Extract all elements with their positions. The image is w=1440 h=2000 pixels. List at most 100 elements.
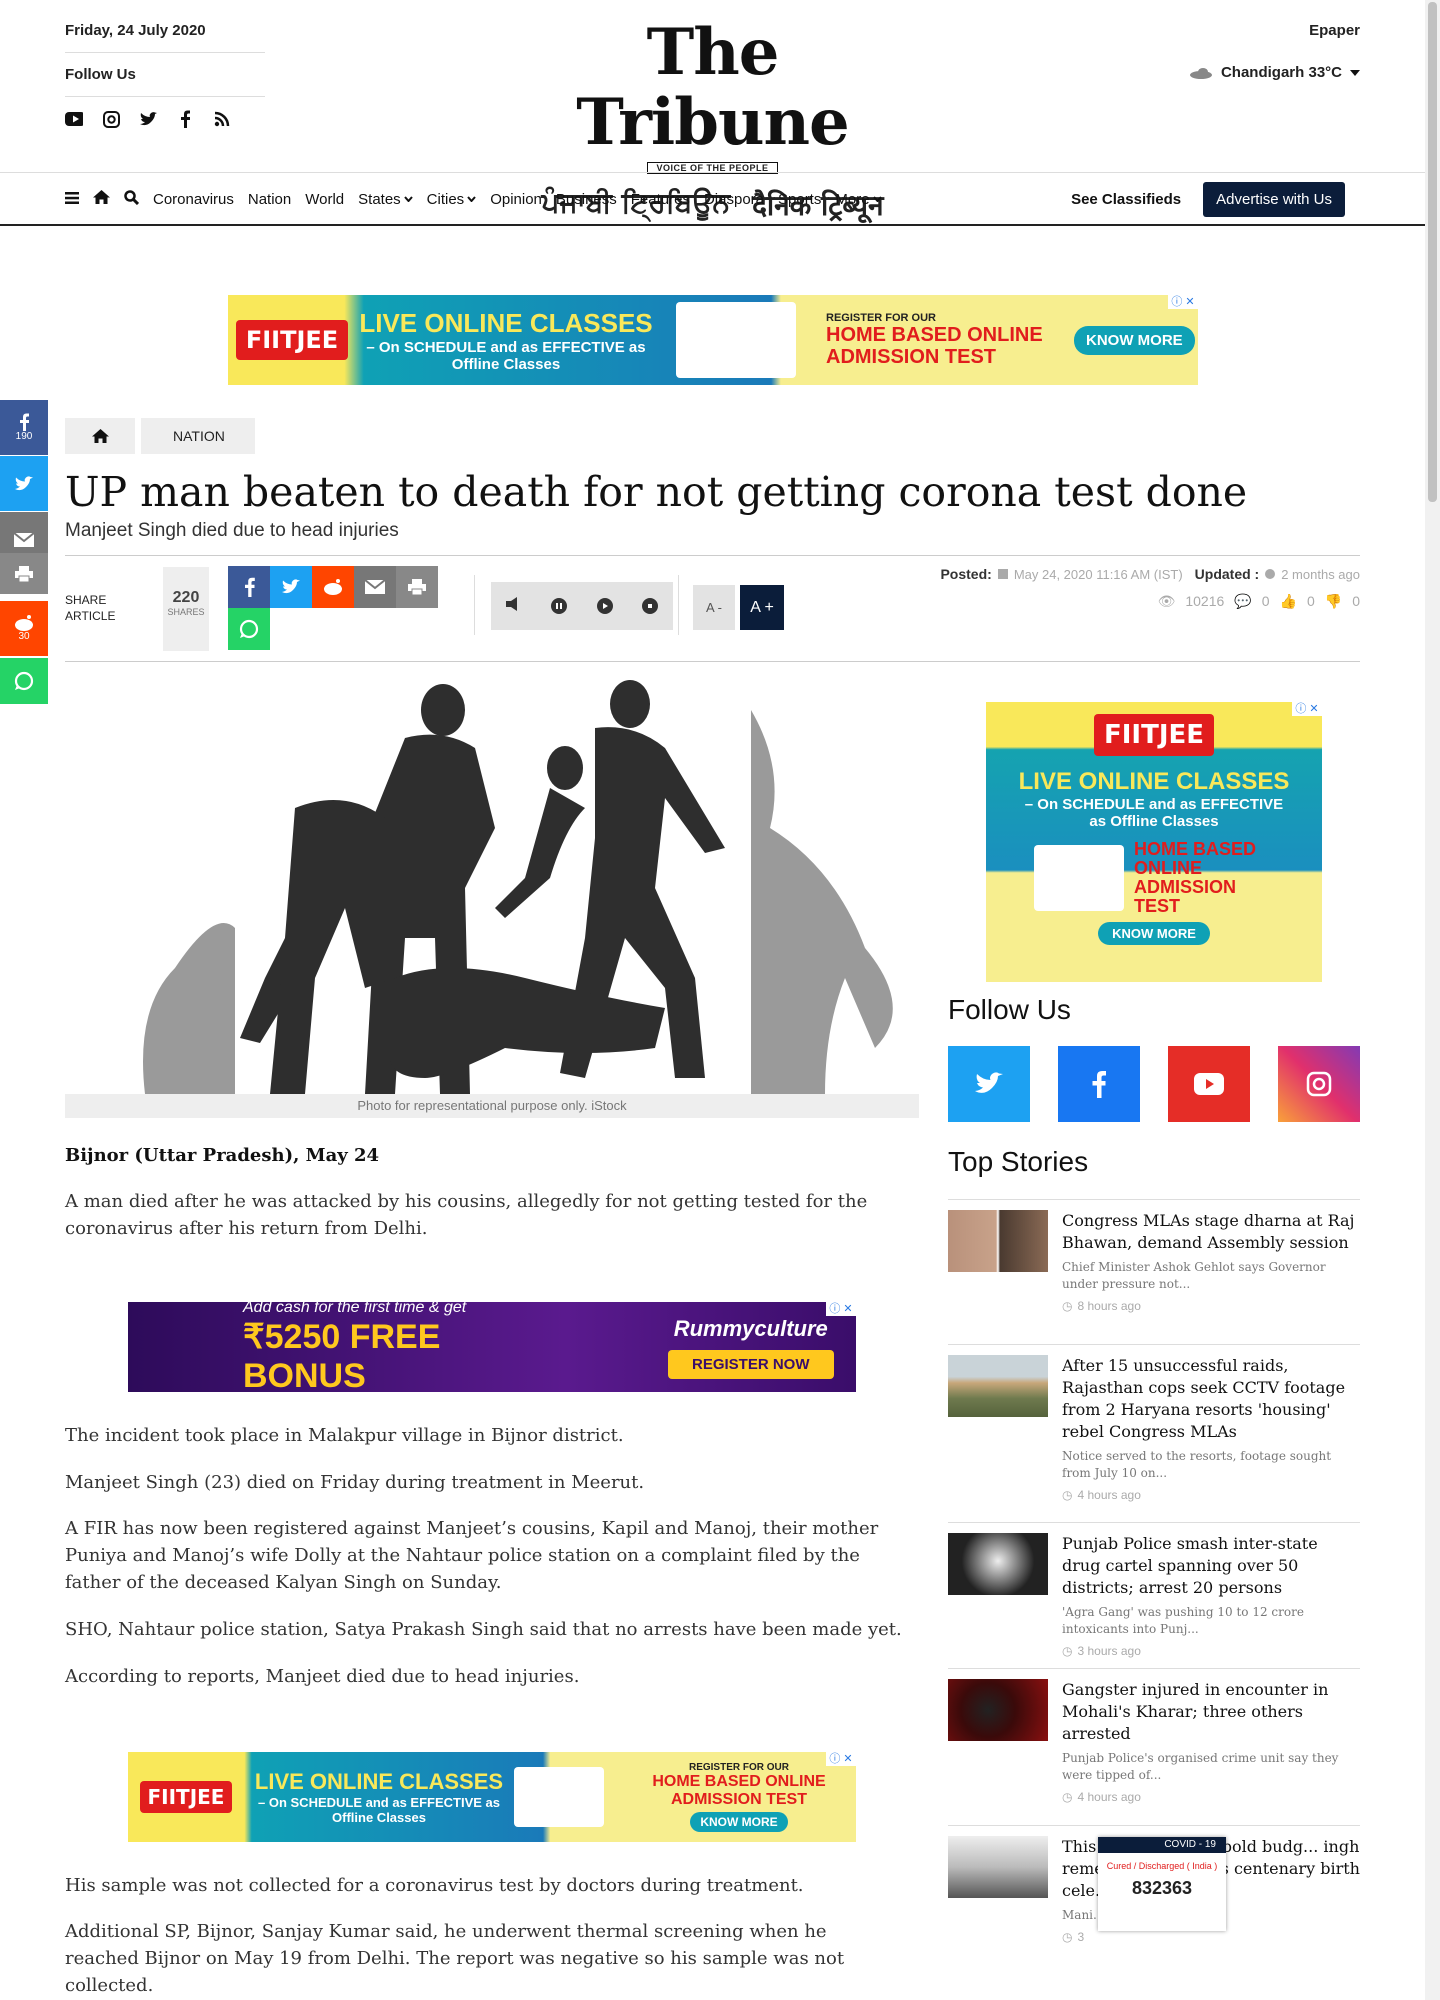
story-title[interactable]: Gangster injured in encounter in Mohali'…: [1062, 1679, 1360, 1745]
ad-subline: – On SCHEDULE and as EFFECTIVE as Offlin…: [366, 338, 646, 373]
share-reddit-button[interactable]: [312, 566, 354, 608]
nav-nation[interactable]: Nation: [248, 191, 291, 208]
top-story-item[interactable]: After 15 unsuccessful raids, Rajasthan c…: [948, 1344, 1360, 1502]
breadcrumb: NATION: [65, 418, 255, 454]
home-icon[interactable]: [93, 190, 110, 208]
clock-icon: ◷: [1062, 1488, 1073, 1502]
article-paragraph: The incident took place in Malakpur vill…: [65, 1425, 624, 1446]
instagram-icon[interactable]: [102, 110, 120, 128]
rail-print[interactable]: [0, 553, 48, 594]
stop-icon[interactable]: [642, 598, 659, 614]
nav-diaspora[interactable]: Diaspora: [704, 191, 764, 208]
follow-instagram[interactable]: [1278, 1046, 1360, 1122]
chevron-down-icon: [403, 196, 413, 202]
thumbs-up-icon[interactable]: 👍: [1280, 593, 1297, 610]
rummyculture-banner-ad[interactable]: Add cash for the first time & get ₹5250 …: [128, 1302, 856, 1392]
clock-icon: ◷: [1062, 1299, 1073, 1313]
youtube-icon: [1194, 1073, 1224, 1095]
story-desc: Punjab Police's organised crime unit say…: [1062, 1751, 1339, 1782]
rail-facebook[interactable]: 190: [0, 400, 48, 455]
covid-title: COVID - 19: [1098, 1837, 1226, 1853]
scrollbar-thumb[interactable]: [1428, 2, 1437, 502]
nav-sports[interactable]: Sports: [778, 191, 821, 208]
breadcrumb-section[interactable]: NATION: [141, 418, 255, 454]
nav-more[interactable]: More: [835, 191, 882, 208]
fiitjee-banner-ad[interactable]: FIITJEE LIVE ONLINE CLASSES – On SCHEDUL…: [228, 295, 1198, 385]
clock-icon: ◷: [1062, 1644, 1073, 1658]
nav-business[interactable]: Business: [556, 191, 617, 208]
pause-icon[interactable]: [551, 598, 568, 614]
follow-twitter[interactable]: [948, 1046, 1030, 1122]
header-date: Friday, 24 July 2020: [65, 22, 206, 39]
font-decrease-button[interactable]: A -: [693, 585, 735, 630]
article-paragraph: SHO, Nahtaur police station, Satya Praka…: [65, 1619, 902, 1640]
share-print-button[interactable]: [396, 566, 438, 608]
ad-close-icon[interactable]: ⓘ ✕: [1292, 702, 1322, 716]
header-follow-us: Follow Us: [65, 66, 136, 83]
nav-world[interactable]: World: [305, 191, 344, 208]
ad-headline: LIVE ONLINE CLASSES: [359, 307, 653, 338]
posted-date: May 24, 2020 11:16 AM (IST): [1013, 566, 1183, 582]
nav-coronavirus[interactable]: Coronavirus: [153, 191, 234, 208]
facebook-icon: [244, 577, 255, 597]
nav-states[interactable]: States: [358, 191, 413, 208]
covid-widget[interactable]: COVID - 19 Cured / Discharged ( India ) …: [1098, 1837, 1226, 1931]
rail-whatsapp[interactable]: [0, 658, 48, 704]
ad-close-icon[interactable]: ⓘ ✕: [1168, 295, 1198, 309]
share-whatsapp-button[interactable]: [228, 608, 270, 650]
ad-close-icon[interactable]: ⓘ ✕: [826, 1302, 856, 1316]
story-title[interactable]: Punjab Police smash inter-state drug car…: [1062, 1533, 1360, 1599]
chevron-down-icon: [872, 196, 882, 202]
comment-icon[interactable]: 💬: [1234, 593, 1251, 610]
rail-reddit[interactable]: 30: [0, 601, 48, 656]
story-title[interactable]: Congress MLAs stage dharna at Raj Bhawan…: [1062, 1210, 1360, 1254]
share-count-box: 220 SHARES: [163, 567, 209, 651]
facebook-icon[interactable]: [176, 110, 194, 128]
article-image: [65, 678, 919, 1094]
fiitjee-inline-ad[interactable]: FIITJEE LIVE ONLINE CLASSES – On SCHEDUL…: [128, 1752, 856, 1842]
share-facebook-button[interactable]: [228, 566, 270, 608]
play-icon[interactable]: [596, 598, 613, 614]
menu-icon[interactable]: [65, 191, 79, 208]
story-title[interactable]: After 15 unsuccessful raids, Rajasthan c…: [1062, 1355, 1360, 1443]
ad-rummy-register-button[interactable]: REGISTER NOW: [668, 1349, 834, 1379]
rail-twitter[interactable]: [0, 456, 48, 511]
chevron-down-icon: [467, 196, 476, 202]
rail-reddit-count: 30: [18, 631, 30, 642]
see-classifieds-link[interactable]: See Classifieds: [1071, 191, 1181, 208]
ad-know-more-button[interactable]: KNOW MORE: [1074, 325, 1195, 355]
weather-widget[interactable]: Chandigarh 33°C: [1189, 64, 1360, 81]
top-story-item[interactable]: Punjab Police smash inter-state drug car…: [948, 1522, 1360, 1658]
reddit-icon: [15, 615, 33, 631]
twitter-icon[interactable]: [139, 110, 157, 128]
rss-icon[interactable]: [213, 110, 231, 128]
ad-test: HOME BASED ONLINE ADMISSION TEST: [826, 324, 1043, 368]
epaper-link[interactable]: Epaper: [1309, 22, 1360, 39]
nav-opinion[interactable]: Opinion: [490, 191, 542, 208]
share-twitter-button[interactable]: [270, 566, 312, 608]
speaker-icon[interactable]: [505, 596, 522, 616]
nav-cities[interactable]: Cities: [427, 191, 477, 208]
calendar-icon: [997, 569, 1008, 579]
advertise-button[interactable]: Advertise with Us: [1203, 182, 1345, 217]
story-thumbnail: [948, 1679, 1048, 1741]
email-icon: [365, 580, 385, 594]
share-email-button[interactable]: [354, 566, 396, 608]
thumbs-down-icon[interactable]: 👎: [1325, 593, 1342, 610]
follow-youtube[interactable]: [1168, 1046, 1250, 1122]
ad-know-more-button[interactable]: KNOW MORE: [1098, 922, 1210, 945]
ad-know-more-button[interactable]: KNOW MORE: [690, 1812, 788, 1832]
breadcrumb-home[interactable]: [65, 418, 135, 454]
fiitjee-sidebar-ad[interactable]: FIITJEE LIVE ONLINE CLASSES – On SCHEDUL…: [986, 702, 1322, 982]
article-headline: UP man beaten to death for not getting c…: [65, 468, 1248, 516]
search-icon[interactable]: [124, 189, 140, 209]
reddit-icon: [324, 579, 342, 595]
nav-features[interactable]: Features: [631, 191, 690, 208]
top-story-item[interactable]: Congress MLAs stage dharna at Raj Bhawan…: [948, 1199, 1360, 1313]
youtube-icon[interactable]: [65, 110, 83, 128]
ad-close-icon[interactable]: ⓘ ✕: [826, 1752, 856, 1766]
share-count-label: SHARES: [167, 607, 205, 617]
top-story-item[interactable]: Gangster injured in encounter in Mohali'…: [948, 1668, 1360, 1804]
font-increase-button[interactable]: A +: [740, 585, 784, 630]
follow-facebook[interactable]: [1058, 1046, 1140, 1122]
